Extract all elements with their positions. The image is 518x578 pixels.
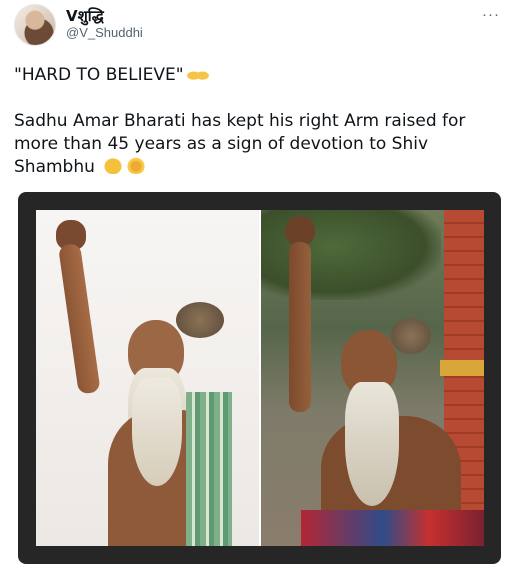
tweet-headline: "HARD TO BELIEVE" <box>14 64 209 86</box>
tweet-body: Sadhu Amar Bharati has kept his right Ar… <box>14 110 504 179</box>
hair-bun <box>391 318 431 354</box>
beard-overlay <box>132 378 182 486</box>
om-symbol-emoji-icon <box>125 157 148 174</box>
body-text: Sadhu Amar Bharati has kept his right Ar… <box>14 111 466 177</box>
tweet-media[interactable] <box>18 192 501 564</box>
avatar[interactable] <box>14 4 56 46</box>
folded-hands-emoji-icon <box>103 157 124 174</box>
raising-hands-emoji-icon <box>186 66 209 82</box>
photo-sadhu-outdoor[interactable] <box>261 210 484 546</box>
headline-text: "HARD TO BELIEVE" <box>14 65 184 85</box>
green-cloth <box>186 392 232 546</box>
hair-bun <box>176 302 224 338</box>
more-options-icon[interactable]: ··· <box>482 6 500 23</box>
pillar-band <box>440 360 484 376</box>
beard <box>345 382 399 506</box>
user-handle[interactable]: @V_Shuddhi <box>66 25 143 40</box>
raised-arm <box>289 242 311 412</box>
raised-arm <box>58 242 101 395</box>
tweet-card: Vशुद्धि @V_Shuddhi ··· "HARD TO BELIEVE"… <box>0 0 518 578</box>
colored-cloth <box>301 510 484 546</box>
photo-sadhu-studio[interactable] <box>36 210 261 546</box>
display-name[interactable]: Vशुद्धि <box>66 6 104 26</box>
